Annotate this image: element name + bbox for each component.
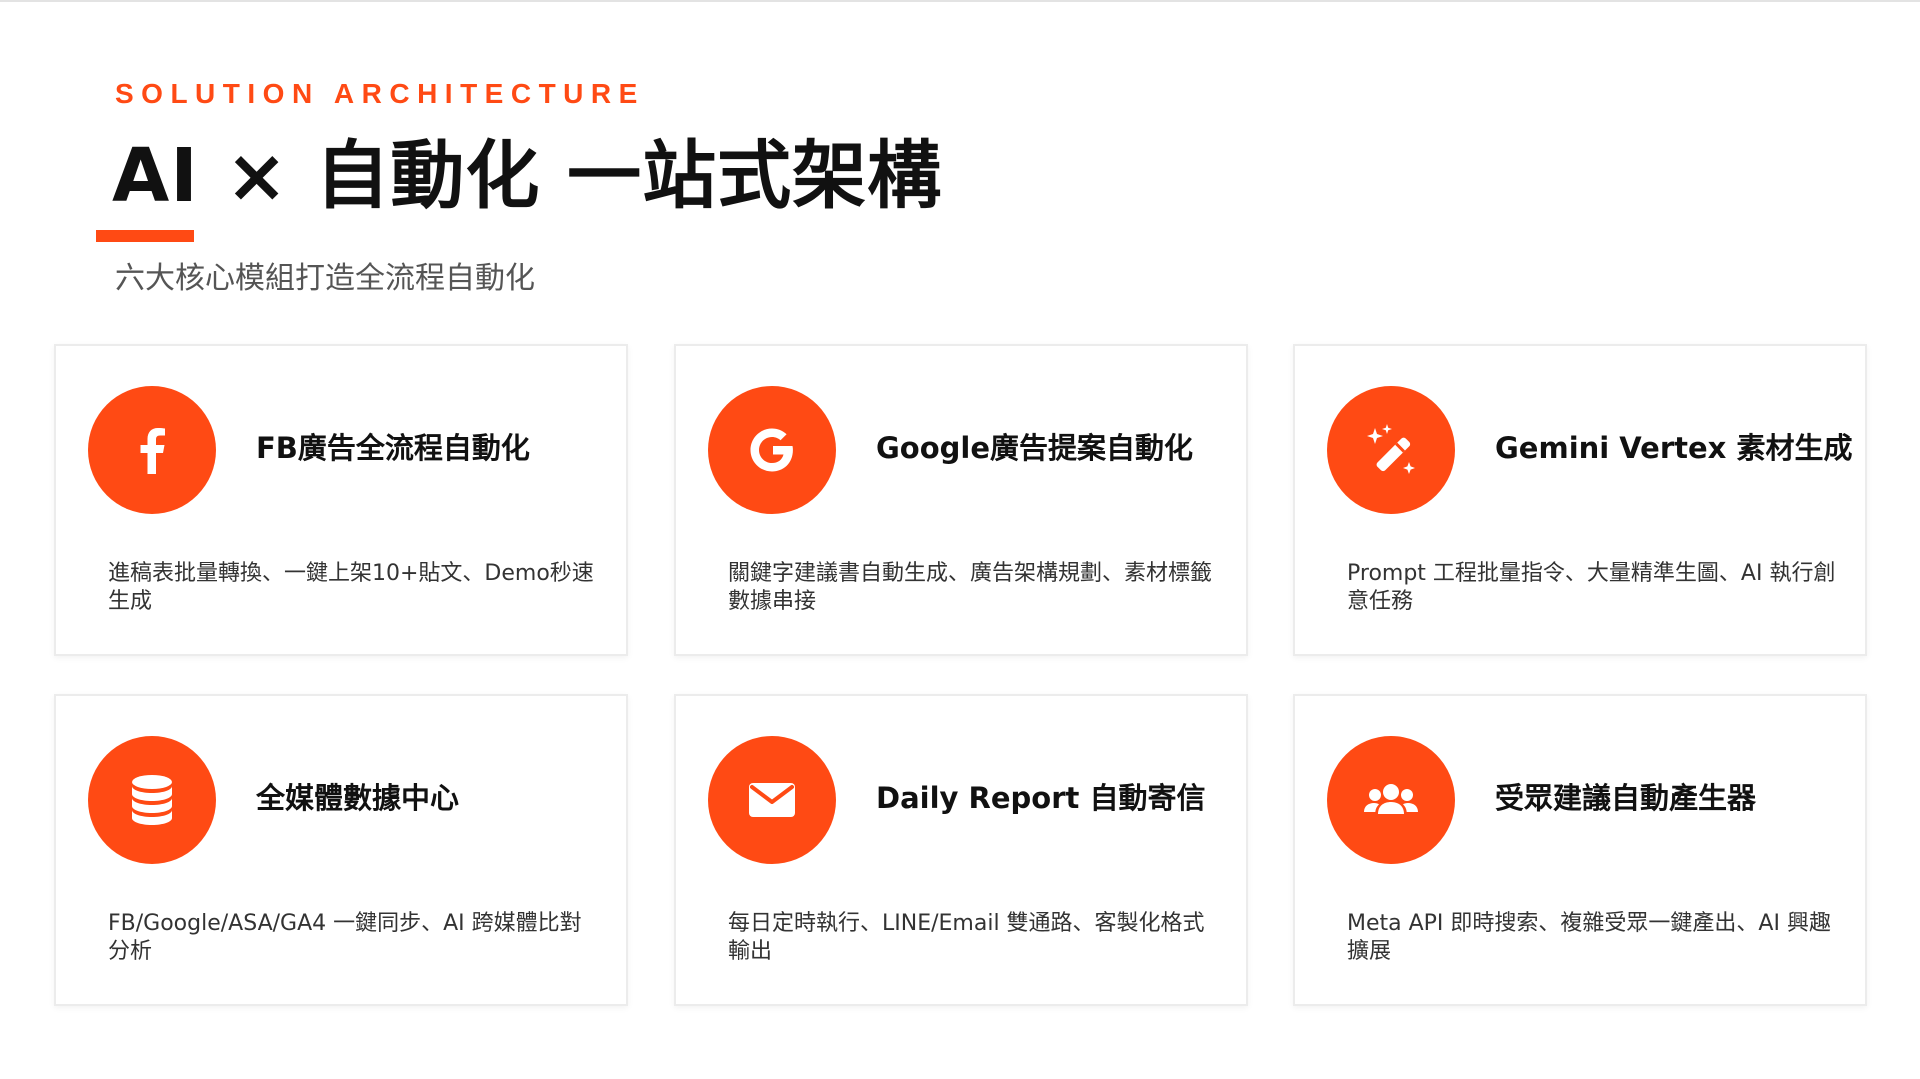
- top-divider: [0, 0, 1920, 2]
- module-card-gemini-vertex: Gemini Vertex 素材生成 Prompt 工程批量指令、大量精準生圖、…: [1293, 344, 1867, 656]
- module-card-data-center: 全媒體數據中心 FB/Google/ASA/GA4 一鍵同步、AI 跨媒體比對分…: [54, 694, 628, 1006]
- card-description: 每日定時執行、LINE/Email 雙通路、客製化格式輸出: [728, 911, 1205, 964]
- database-icon: [88, 736, 216, 864]
- users-icon: [1327, 736, 1455, 864]
- card-description: 進稿表批量轉換、一鍵上架10+貼文、Demo秒速生成: [108, 561, 594, 614]
- envelope-icon: [708, 736, 836, 864]
- title-accent-bar: [96, 230, 194, 242]
- module-card-audience-generator: 受眾建議自動產生器 Meta API 即時搜索、複雜受眾一鍵產出、AI 興趣擴展: [1293, 694, 1867, 1006]
- card-description: Meta API 即時搜索、複雜受眾一鍵產出、AI 興趣擴展: [1347, 911, 1831, 964]
- card-title: FB廣告全流程自動化: [256, 431, 530, 465]
- module-card-google-ads: Google廣告提案自動化 關鍵字建議書自動生成、廣告架構規劃、素材標籤數據串接: [674, 344, 1248, 656]
- section-eyebrow: SOLUTION ARCHITECTURE: [115, 78, 645, 109]
- card-description: Prompt 工程批量指令、大量精準生圖、AI 執行創意任務: [1347, 561, 1836, 614]
- card-title: 受眾建議自動產生器: [1495, 781, 1757, 815]
- card-title: Google廣告提案自動化: [876, 431, 1194, 465]
- page-subtitle: 六大核心模組打造全流程自動化: [115, 261, 535, 296]
- module-card-daily-report: Daily Report 自動寄信 每日定時執行、LINE/Email 雙通路、…: [674, 694, 1248, 1006]
- card-title: 全媒體數據中心: [256, 781, 460, 815]
- card-description: 關鍵字建議書自動生成、廣告架構規劃、素材標籤數據串接: [728, 561, 1213, 614]
- magic-wand-icon: [1327, 386, 1455, 514]
- google-icon: [708, 386, 836, 514]
- page-title: AI × 自動化 一站式架構: [112, 133, 943, 219]
- module-grid: FB廣告全流程自動化 進稿表批量轉換、一鍵上架10+貼文、Demo秒速生成 Go…: [54, 344, 1872, 1012]
- facebook-icon: [88, 386, 216, 514]
- module-card-fb-ads: FB廣告全流程自動化 進稿表批量轉換、一鍵上架10+貼文、Demo秒速生成: [54, 344, 628, 656]
- card-title: Daily Report 自動寄信: [876, 781, 1206, 815]
- card-description: FB/Google/ASA/GA4 一鍵同步、AI 跨媒體比對分析: [108, 911, 582, 964]
- card-title: Gemini Vertex 素材生成: [1495, 431, 1853, 465]
